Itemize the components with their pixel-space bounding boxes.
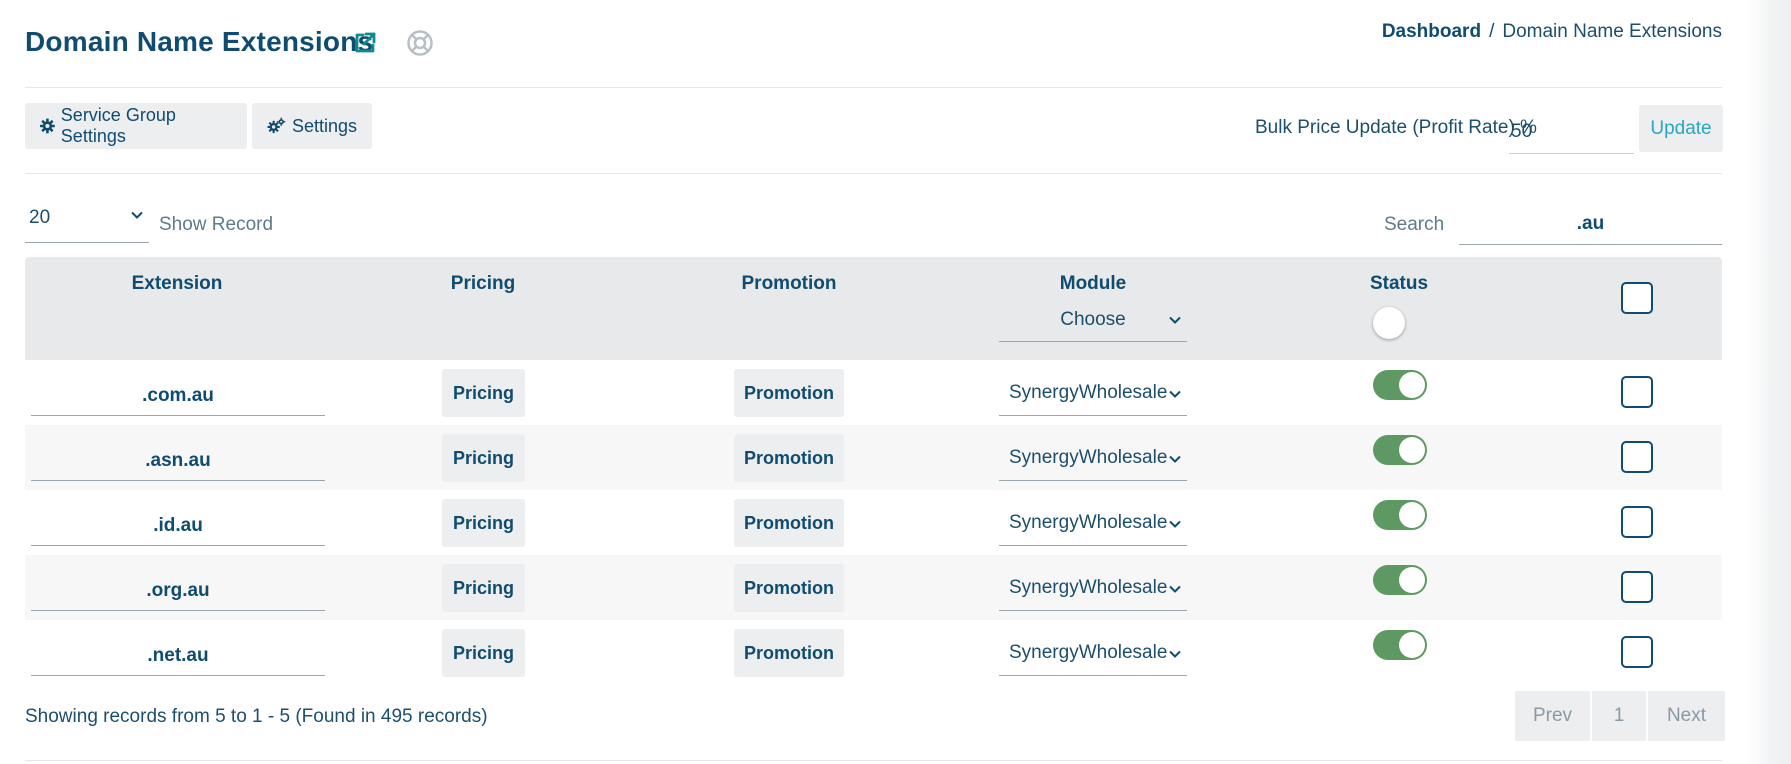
status-filter-toggle[interactable] [1373, 307, 1405, 339]
chevron-down-icon [1169, 455, 1181, 463]
breadcrumb-separator: / [1489, 21, 1495, 42]
promotion-button[interactable]: Promotion [734, 629, 844, 677]
module-select[interactable]: SynergyWholesale [999, 437, 1187, 481]
page: Domain Name Extensions Dashboard / Domain … [25, 0, 1725, 764]
column-header-status: Status [1369, 273, 1429, 294]
table-header: Extension Pricing Promotion Module Statu… [25, 257, 1722, 360]
service-group-settings-button[interactable]: Service Group Settings [25, 103, 247, 149]
next-page-button[interactable]: Next [1648, 691, 1725, 741]
row-checkbox[interactable] [1621, 376, 1653, 408]
breadcrumb-current: Domain Name Extensions [1502, 21, 1722, 42]
bulk-profit-rate-input[interactable] [1509, 110, 1634, 154]
column-header-pricing: Pricing [450, 273, 516, 294]
toggle-knob [1399, 437, 1425, 463]
bulk-price-update-label: Bulk Price Update (Profit Rate) % [1255, 117, 1537, 138]
show-record-label: Show Record [159, 214, 274, 235]
status-toggle[interactable] [1373, 565, 1427, 595]
module-filter-value: Choose [1060, 309, 1126, 330]
prev-page-button[interactable]: Prev [1515, 691, 1590, 741]
status-toggle[interactable] [1373, 630, 1427, 660]
chevron-down-icon [131, 211, 143, 219]
gear-icon [40, 118, 55, 134]
promotion-button[interactable]: Promotion [734, 499, 844, 547]
extension-input[interactable] [31, 372, 325, 416]
module-value: SynergyWholesale [1009, 577, 1168, 598]
row-checkbox[interactable] [1621, 441, 1653, 473]
status-toggle[interactable] [1373, 435, 1427, 465]
column-header-extension: Extension [131, 273, 223, 294]
life-ring-icon[interactable] [406, 29, 434, 57]
promotion-button[interactable]: Promotion [734, 434, 844, 482]
records-summary: Showing records from 5 to 1 - 5 (Found i… [25, 706, 488, 727]
status-toggle[interactable] [1373, 500, 1427, 530]
records-per-page-value: 20 [29, 207, 51, 228]
module-select[interactable]: SynergyWholesale [999, 502, 1187, 546]
extensions-table: Extension Pricing Promotion Module Statu… [25, 257, 1722, 685]
chevron-down-icon [1169, 390, 1181, 398]
select-all-checkbox[interactable] [1621, 282, 1653, 314]
pagination: Prev 1 Next [1515, 691, 1725, 741]
chevron-down-icon [1169, 650, 1181, 658]
status-toggle[interactable] [1373, 370, 1427, 400]
pricing-button[interactable]: Pricing [442, 564, 525, 612]
search-label: Search [1384, 214, 1445, 235]
promotion-button[interactable]: Promotion [734, 369, 844, 417]
table-row: Pricing Promotion SynergyWholesale [25, 620, 1722, 685]
row-checkbox[interactable] [1621, 506, 1653, 538]
module-value: SynergyWholesale [1009, 382, 1168, 403]
module-value: SynergyWholesale [1009, 447, 1168, 468]
settings-label: Settings [291, 115, 357, 136]
gears-icon [267, 117, 286, 134]
search-input[interactable] [1459, 199, 1722, 245]
page-title: Domain Name Extensions [25, 26, 374, 57]
promotion-button[interactable]: Promotion [734, 564, 844, 612]
chevron-down-icon [1169, 520, 1181, 528]
pricing-button[interactable]: Pricing [442, 369, 525, 417]
module-value: SynergyWholesale [1009, 642, 1168, 663]
toggle-knob [1399, 372, 1425, 398]
row-checkbox[interactable] [1621, 571, 1653, 603]
pricing-button[interactable]: Pricing [442, 629, 525, 677]
module-value: SynergyWholesale [1009, 512, 1168, 533]
module-filter-select[interactable]: Choose [999, 300, 1187, 342]
header-divider [25, 87, 1722, 88]
table-row: Pricing Promotion SynergyWholesale [25, 360, 1722, 425]
extension-input[interactable] [31, 632, 325, 676]
external-link-icon[interactable] [352, 30, 378, 56]
service-group-settings-label: Service Group Settings [60, 105, 176, 146]
page-edge-shade [1746, 0, 1791, 764]
table-body: Pricing Promotion SynergyWholesale Prici… [25, 360, 1722, 685]
toolbar-divider [25, 173, 1722, 174]
extension-input[interactable] [31, 567, 325, 611]
extension-input[interactable] [31, 437, 325, 481]
table-row: Pricing Promotion SynergyWholesale [25, 555, 1722, 620]
records-per-page-select[interactable]: 20 [25, 200, 149, 243]
column-header-module: Module [1059, 273, 1127, 294]
toggle-knob [1399, 632, 1425, 658]
bulk-update-button[interactable]: Update [1639, 105, 1723, 152]
breadcrumb: Dashboard / Domain Name Extensions [1382, 21, 1722, 43]
table-row: Pricing Promotion SynergyWholesale [25, 490, 1722, 555]
page-number-button[interactable]: 1 [1592, 691, 1646, 741]
column-header-promotion: Promotion [741, 273, 837, 294]
chevron-down-icon [1169, 585, 1181, 593]
toggle-knob [1399, 502, 1425, 528]
settings-button[interactable]: Settings [252, 103, 372, 149]
extension-input[interactable] [31, 502, 325, 546]
toggle-knob [1399, 567, 1425, 593]
footer-divider [25, 760, 1722, 761]
module-select[interactable]: SynergyWholesale [999, 372, 1187, 416]
module-select[interactable]: SynergyWholesale [999, 632, 1187, 676]
chevron-down-icon [1169, 316, 1181, 324]
module-select[interactable]: SynergyWholesale [999, 567, 1187, 611]
breadcrumb-dashboard-link[interactable]: Dashboard [1382, 21, 1481, 42]
table-row: Pricing Promotion SynergyWholesale [25, 425, 1722, 490]
pricing-button[interactable]: Pricing [442, 499, 525, 547]
pricing-button[interactable]: Pricing [442, 434, 525, 482]
row-checkbox[interactable] [1621, 636, 1653, 668]
